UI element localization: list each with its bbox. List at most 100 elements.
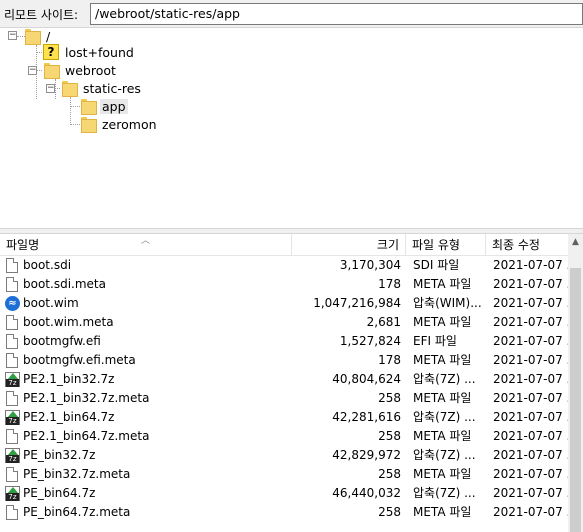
file-name: boot.sdi <box>23 258 72 272</box>
tree-node-label: app <box>100 98 128 114</box>
folder-icon <box>61 80 78 97</box>
scroll-up-arrow-icon[interactable]: ▲ <box>568 234 583 251</box>
remote-site-bar: 리모트 사이트: /webroot/static-res/app <box>0 0 583 28</box>
file-icon <box>6 505 18 520</box>
tree-node-app[interactable]: app <box>80 97 128 115</box>
7z-archive-icon <box>5 410 20 425</box>
file-type: META 파일 <box>413 391 472 405</box>
file-size: 178 <box>378 353 401 367</box>
scrollbar-thumb[interactable] <box>570 268 581 532</box>
file-type: META 파일 <box>413 277 472 291</box>
file-modified: 2021-07-07 ... <box>493 448 568 462</box>
collapse-toggle[interactable]: − <box>28 66 37 75</box>
file-modified: 2021-07-07 ... <box>493 391 568 405</box>
column-header-size[interactable]: 크기 <box>292 234 406 256</box>
file-name: bootmgfw.efi <box>23 334 101 348</box>
file-icon <box>6 315 18 330</box>
file-type: EFI 파일 <box>413 334 457 348</box>
unknown-folder-icon: ? <box>43 44 59 60</box>
file-type: META 파일 <box>413 467 472 481</box>
file-size: 46,440,032 <box>332 486 401 500</box>
collapse-toggle[interactable]: − <box>46 84 55 93</box>
collapse-toggle[interactable]: − <box>8 31 17 40</box>
folder-icon <box>80 98 97 115</box>
file-row[interactable]: ≈ boot.wim 1,047,216,984 압축(WIM)... 2021… <box>0 294 568 313</box>
file-modified: 2021-07-07 ... <box>493 334 568 348</box>
file-row[interactable]: boot.sdi 3,170,304 SDI 파일 2021-07-07 ... <box>0 256 568 275</box>
column-header-modified[interactable]: 최종 수정 <box>486 234 568 256</box>
file-icon <box>6 429 18 444</box>
file-modified: 2021-07-07 ... <box>493 505 568 519</box>
remote-site-label: 리모트 사이트: <box>4 8 79 22</box>
file-type: META 파일 <box>413 429 472 443</box>
file-size: 258 <box>378 391 401 405</box>
tree-node-webroot[interactable]: webroot <box>43 61 118 79</box>
file-icon <box>6 334 18 349</box>
file-name: PE_bin32.7z.meta <box>23 467 131 481</box>
file-modified: 2021-07-07 ... <box>493 372 568 386</box>
file-type: META 파일 <box>413 353 472 367</box>
file-row[interactable]: PE2.1_bin64.7z 42,281,616 압축(7Z) ... 202… <box>0 408 568 427</box>
column-header-type[interactable]: 파일 유형 <box>406 234 486 256</box>
7z-archive-icon <box>5 448 20 463</box>
tree-node-static-res[interactable]: static-res <box>61 79 143 97</box>
file-type: 압축(7Z) ... <box>413 448 476 462</box>
7z-archive-icon <box>5 486 20 501</box>
file-row[interactable]: PE_bin64.7z.meta 258 META 파일 2021-07-07 … <box>0 503 568 522</box>
file-size: 1,527,824 <box>339 334 401 348</box>
file-row[interactable]: boot.wim.meta 2,681 META 파일 2021-07-07 .… <box>0 313 568 332</box>
tree-node-lost-found[interactable]: ? lost+found <box>43 43 136 61</box>
file-size: 42,281,616 <box>332 410 401 424</box>
file-size: 258 <box>378 467 401 481</box>
file-row[interactable]: bootmgfw.efi.meta 178 META 파일 2021-07-07… <box>0 351 568 370</box>
file-name: boot.sdi.meta <box>23 277 106 291</box>
file-size: 42,829,972 <box>332 448 401 462</box>
file-modified: 2021-07-07 ... <box>493 353 568 367</box>
file-icon <box>6 353 18 368</box>
file-modified: 2021-07-07 ... <box>493 315 568 329</box>
tree-node-label: zeromon <box>102 116 157 132</box>
file-modified: 2021-07-07 ... <box>493 296 568 310</box>
folder-icon <box>24 28 41 45</box>
column-header-label: 최종 수정 <box>492 238 540 252</box>
file-name: PE2.1_bin64.7z <box>23 410 115 424</box>
file-row[interactable]: PE_bin64.7z 46,440,032 압축(7Z) ... 2021-0… <box>0 484 568 503</box>
column-header-label: 크기 <box>376 238 399 252</box>
file-name: PE2.1_bin32.7z <box>23 372 115 386</box>
tree-node-label: / <box>46 28 51 44</box>
file-icon <box>6 277 18 292</box>
column-header-label: 파일 유형 <box>412 238 460 252</box>
file-name: PE_bin32.7z <box>23 448 96 462</box>
file-modified: 2021-07-07 ... <box>493 277 568 291</box>
file-modified: 2021-07-07 ... <box>493 410 568 424</box>
file-row[interactable]: PE_bin32.7z 42,829,972 압축(7Z) ... 2021-0… <box>0 446 568 465</box>
file-name: PE2.1_bin32.7z.meta <box>23 391 150 405</box>
file-row[interactable]: PE2.1_bin32.7z 40,804,624 압축(7Z) ... 202… <box>0 370 568 389</box>
file-type: META 파일 <box>413 315 472 329</box>
file-size: 258 <box>378 505 401 519</box>
wim-archive-icon: ≈ <box>5 296 20 311</box>
file-name: PE2.1_bin64.7z.meta <box>23 429 150 443</box>
tree-node-label: lost+found <box>65 44 134 60</box>
file-row[interactable]: PE2.1_bin64.7z.meta 258 META 파일 2021-07-… <box>0 427 568 446</box>
file-row[interactable]: PE_bin32.7z.meta 258 META 파일 2021-07-07 … <box>0 465 568 484</box>
tree-connector <box>55 79 56 99</box>
file-type: 압축(7Z) ... <box>413 372 476 386</box>
file-size: 178 <box>378 277 401 291</box>
file-icon <box>6 258 18 273</box>
list-header: 파일명 ︿ 크기 파일 유형 최종 수정 <box>0 234 568 256</box>
file-type: 압축(7Z) ... <box>413 410 476 424</box>
remote-path-input[interactable]: /webroot/static-res/app <box>90 3 583 25</box>
file-size: 1,047,216,984 <box>313 296 401 310</box>
vertical-scrollbar[interactable]: ▲ <box>568 234 583 532</box>
file-row[interactable]: bootmgfw.efi 1,527,824 EFI 파일 2021-07-07… <box>0 332 568 351</box>
column-header-label: 파일명 <box>6 238 40 252</box>
file-row[interactable]: boot.sdi.meta 178 META 파일 2021-07-07 ... <box>0 275 568 294</box>
file-row[interactable]: PE2.1_bin32.7z.meta 258 META 파일 2021-07-… <box>0 389 568 408</box>
tree-node-zeromon[interactable]: zeromon <box>80 115 159 133</box>
file-modified: 2021-07-07 ... <box>493 467 568 481</box>
file-size: 40,804,624 <box>332 372 401 386</box>
tree-connector <box>37 70 42 71</box>
column-header-name[interactable]: 파일명 ︿ <box>0 234 292 256</box>
folder-icon <box>43 62 60 79</box>
